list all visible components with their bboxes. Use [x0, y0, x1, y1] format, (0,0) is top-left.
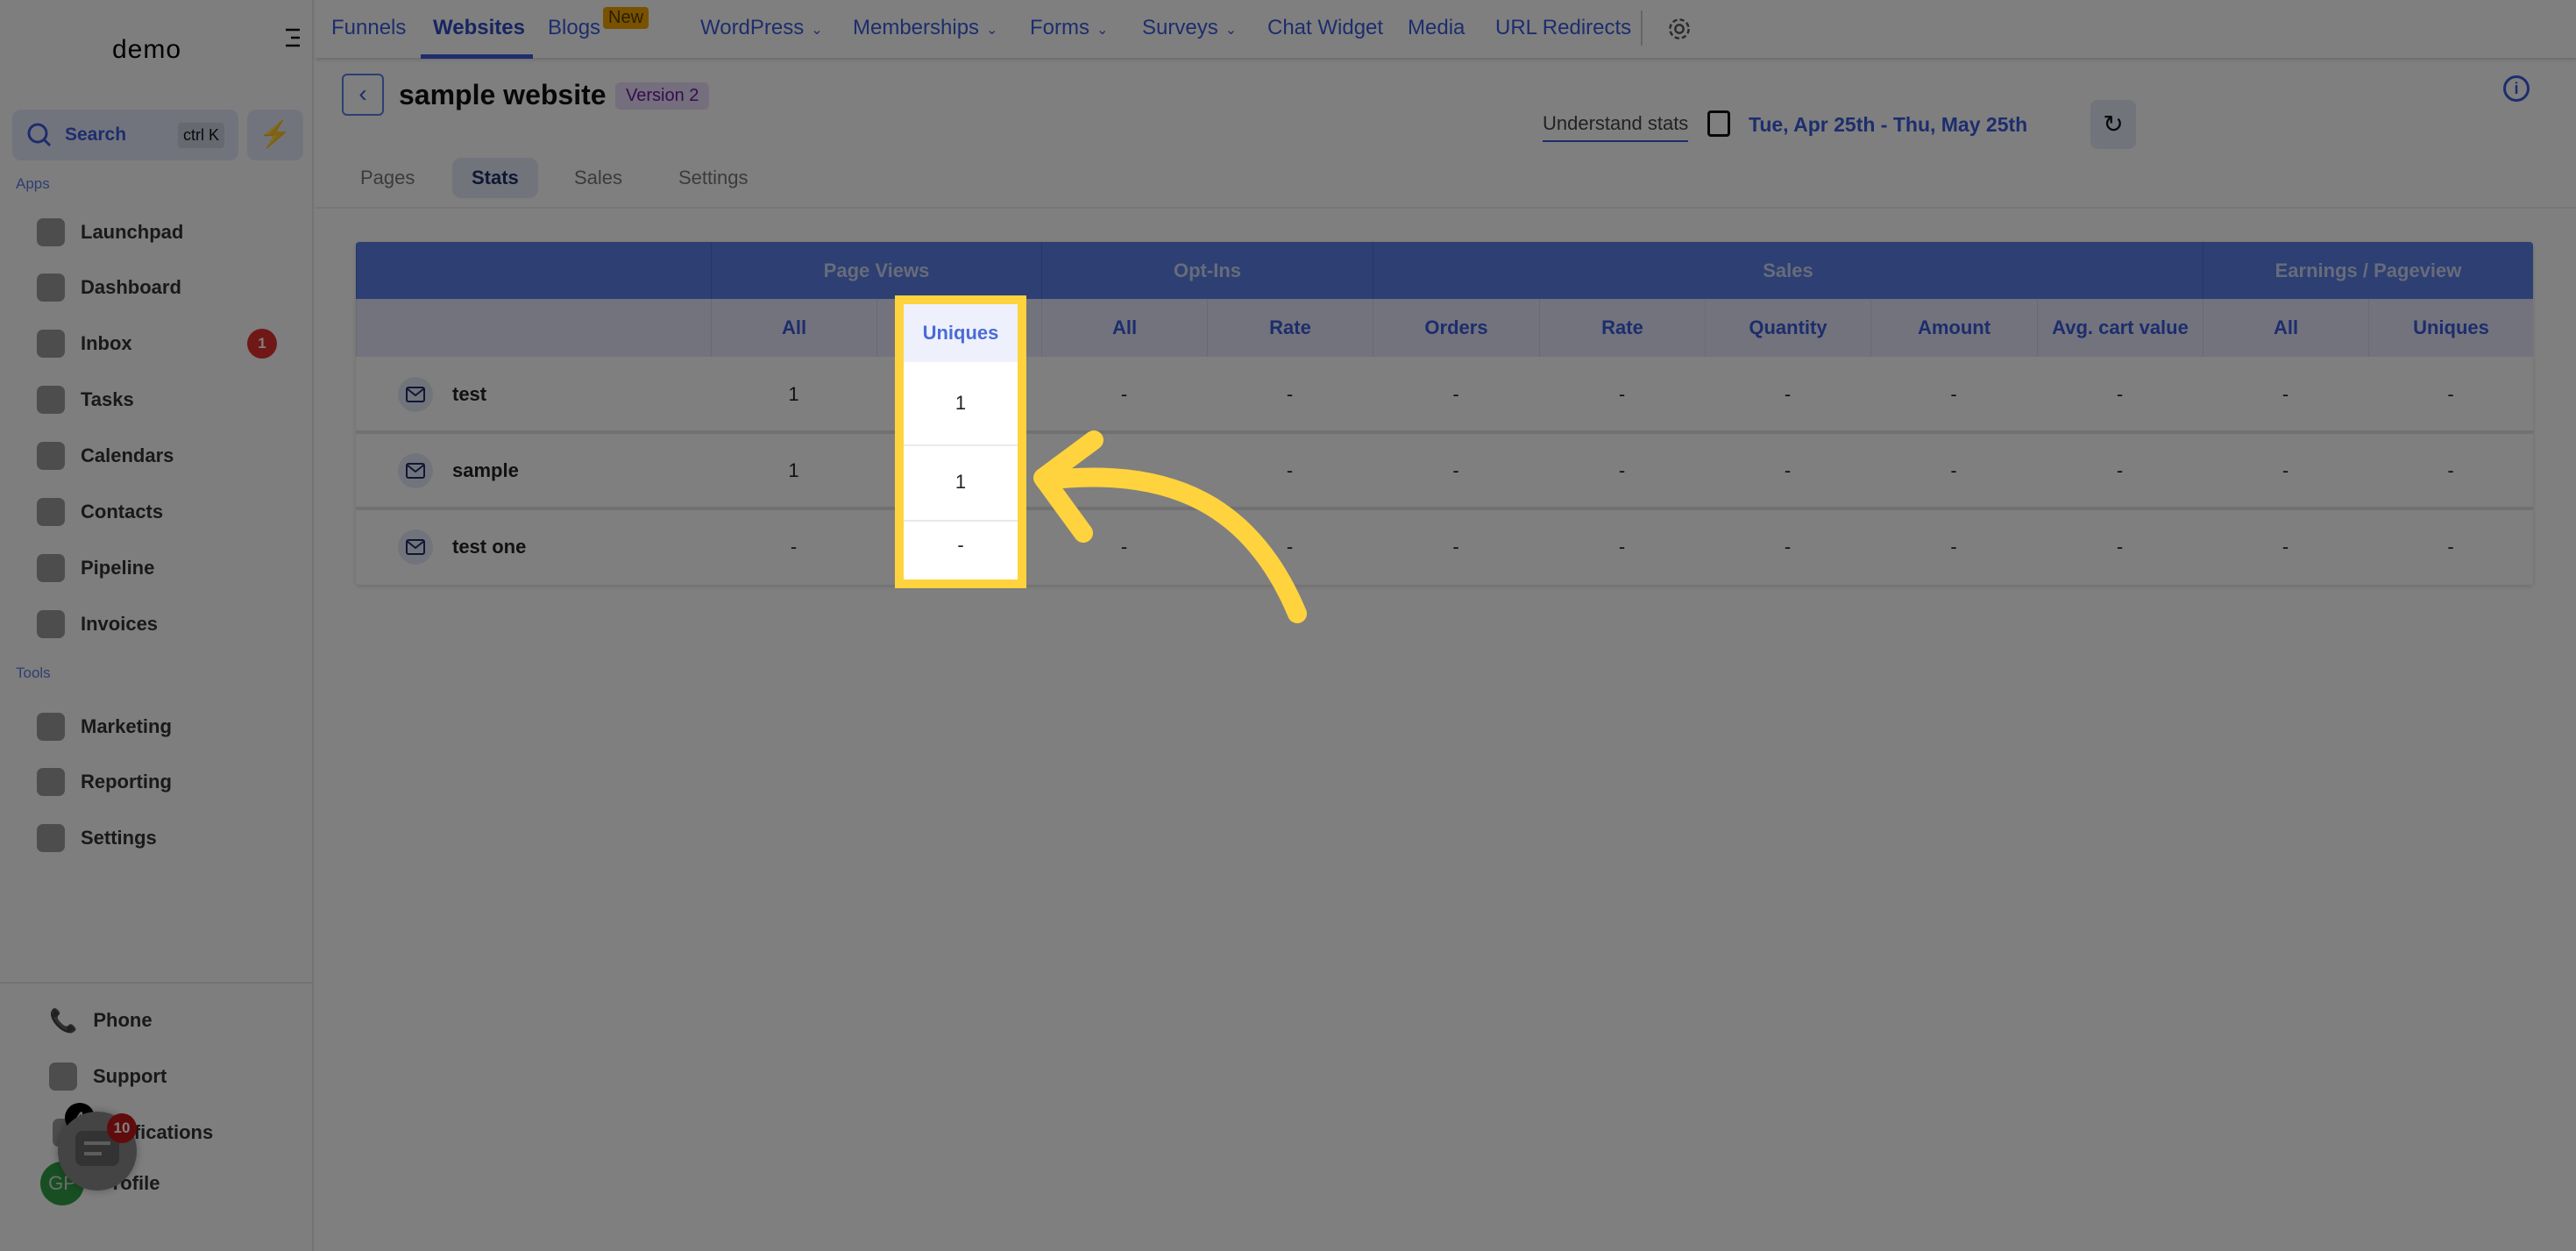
uniques-cell: -	[957, 534, 964, 556]
uniques-header[interactable]: Uniques	[904, 304, 1018, 362]
dim-overlay	[0, 0, 2576, 1251]
uniques-cell: 1	[954, 392, 967, 414]
highlighted-uniques-column: Uniques 1 1 -	[895, 295, 1026, 588]
